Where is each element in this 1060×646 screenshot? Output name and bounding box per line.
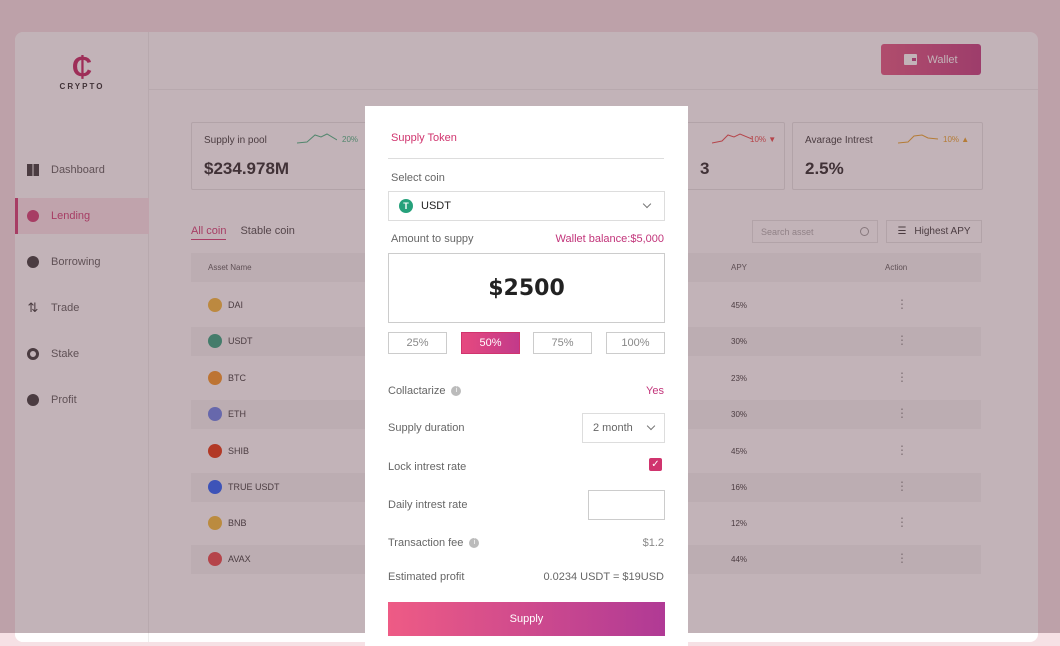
chevron-down-icon <box>642 199 652 209</box>
duration-label: Supply duration <box>388 422 465 434</box>
collateralize-value[interactable]: Yes <box>646 385 664 397</box>
collateralize-label: Collactarize i <box>388 385 462 397</box>
select-coin-label: Select coin <box>391 172 445 184</box>
duration-value: 2 month <box>593 422 633 434</box>
lock-rate-checkbox[interactable]: ✓ <box>649 458 662 471</box>
amount-input[interactable]: $2500 <box>388 253 665 323</box>
profit-value: 0.0234 USDT = $19USD <box>543 571 664 583</box>
percent-50-button[interactable]: 50% <box>461 332 520 354</box>
percent-25-button[interactable]: 25% <box>388 332 447 354</box>
modal-title: Supply Token <box>391 132 457 144</box>
selected-coin: USDT <box>421 200 451 212</box>
divider <box>388 158 664 159</box>
percent-100-button[interactable]: 100% <box>606 332 665 354</box>
lock-rate-label: Lock intrest rate <box>388 461 467 473</box>
fee-label: Transaction fee i <box>388 537 480 549</box>
supply-token-modal: Supply Token Select coin T USDT Amount t… <box>365 106 688 646</box>
percent-75-button[interactable]: 75% <box>533 332 592 354</box>
profit-label: Estimated profit <box>388 571 465 583</box>
wallet-balance: Wallet balance:$5,000 <box>555 233 664 245</box>
amount-label: Amount to suppy <box>391 233 474 245</box>
duration-select[interactable]: 2 month <box>582 413 665 443</box>
daily-rate-input[interactable] <box>588 490 665 520</box>
usdt-icon: T <box>399 199 413 213</box>
chevron-down-icon <box>646 421 656 431</box>
fee-value: $1.2 <box>642 537 664 549</box>
info-icon[interactable]: i <box>451 386 462 397</box>
supply-button[interactable]: Supply <box>388 602 665 636</box>
info-icon[interactable]: i <box>469 538 480 549</box>
coin-select[interactable]: T USDT <box>388 191 665 221</box>
daily-rate-label: Daily intrest rate <box>388 499 468 511</box>
